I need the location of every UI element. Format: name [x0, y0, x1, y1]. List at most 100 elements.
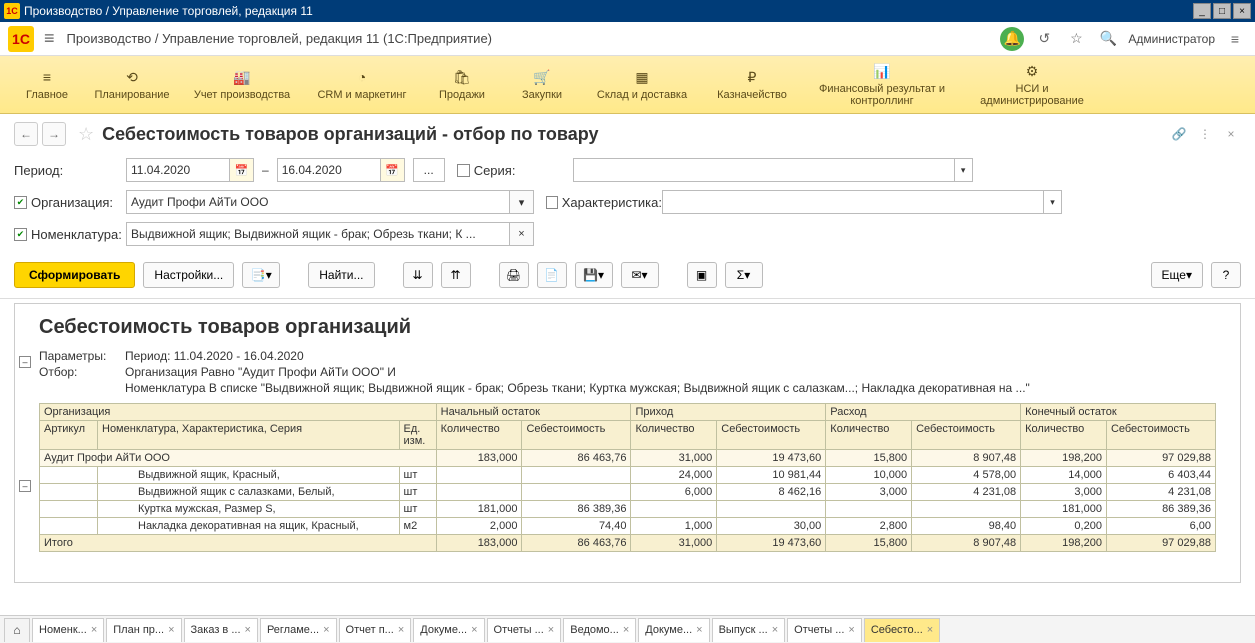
tab[interactable]: Отчеты ...× [787, 618, 862, 642]
cart-icon: 🛒 [533, 69, 550, 87]
link-icon[interactable]: 🔗 [1169, 127, 1189, 141]
date-to-input[interactable]: 16.04.2020 [277, 158, 381, 182]
org-dropdown-icon[interactable]: ▾ [510, 190, 534, 214]
col-start: Начальный остаток [436, 404, 631, 421]
close-icon[interactable]: × [471, 624, 477, 636]
org-label: ✔Организация: [14, 195, 126, 210]
tab[interactable]: Регламе...× [260, 618, 337, 642]
char-select[interactable]: ▾ [662, 190, 1062, 214]
section-planning[interactable]: ⟲Планирование [82, 69, 182, 101]
table-row: Выдвижной ящик, Красный,шт24,00010 981,4… [40, 467, 1216, 484]
report-title: Себестоимость товаров организаций [39, 316, 1216, 339]
org-input[interactable]: Аудит Профи АйТи ООО [126, 190, 510, 214]
chevron-down-icon[interactable]: ▾ [1043, 191, 1061, 213]
variants-button[interactable]: 📑▾ [242, 262, 280, 288]
preview-button[interactable]: 📄 [537, 262, 567, 288]
find-button[interactable]: Найти... [308, 262, 374, 288]
tab[interactable]: Отчеты ...× [487, 618, 562, 642]
collapse-button[interactable]: ⇈ [441, 262, 471, 288]
tab[interactable]: Заказ в ...× [184, 618, 258, 642]
org-checkbox[interactable]: ✔ [14, 196, 27, 209]
section-finance[interactable]: 📊Финансовый результат и контроллинг [802, 63, 962, 107]
collapse-group-icon[interactable]: – [19, 480, 31, 492]
filter-value2: Номенклатура В списке "Выдвижной ящик; В… [125, 381, 1030, 395]
nav-forward-button[interactable]: → [42, 122, 66, 146]
close-icon[interactable]: × [696, 624, 702, 636]
more-button[interactable]: Еще ▾ [1151, 262, 1203, 288]
section-sales[interactable]: 🛍Продажи [422, 69, 502, 101]
tab[interactable]: Номенк...× [32, 618, 104, 642]
page-close-icon[interactable]: × [1221, 127, 1241, 141]
close-window-button[interactable]: × [1233, 3, 1251, 19]
filter-value1: Организация Равно "Аудит Профи АйТи ООО"… [125, 365, 396, 379]
run-report-button[interactable]: Сформировать [14, 262, 135, 288]
tab[interactable]: Докуме...× [413, 618, 484, 642]
save-button[interactable]: 💾▾ [575, 262, 613, 288]
search-icon[interactable]: 🔍 [1096, 27, 1120, 51]
series-select[interactable]: ▾ [573, 158, 973, 182]
period-select-button[interactable]: ... [413, 158, 445, 182]
close-icon[interactable]: × [91, 624, 97, 636]
report-area[interactable]: – – Себестоимость товаров организаций Па… [14, 303, 1241, 583]
page-more-icon[interactable]: ⋮ [1195, 127, 1215, 141]
char-checkbox[interactable] [546, 196, 558, 209]
send-button[interactable]: ✉▾ [621, 262, 659, 288]
more-menu-icon[interactable]: ≡ [1223, 27, 1247, 51]
nom-clear-icon[interactable]: × [510, 222, 534, 246]
burger-menu-icon[interactable]: ≡ [44, 28, 55, 49]
star-icon[interactable]: ☆ [78, 124, 94, 145]
settings-button[interactable]: Настройки... [143, 262, 234, 288]
chart-icon: 📊 [873, 63, 890, 81]
collapse-tree-icon[interactable]: – [19, 356, 31, 368]
date-from-input[interactable]: 11.04.2020 [126, 158, 230, 182]
maximize-button[interactable]: □ [1213, 3, 1231, 19]
close-icon[interactable]: × [168, 624, 174, 636]
calendar-from-icon[interactable]: 📅 [230, 158, 254, 182]
section-main[interactable]: ≡Главное [12, 69, 82, 101]
report-table: Организация Начальный остаток Приход Рас… [39, 403, 1216, 552]
col-org: Организация [40, 404, 437, 421]
snapshot-button[interactable]: ▣ [687, 262, 717, 288]
history-icon[interactable]: ↺ [1032, 27, 1056, 51]
tab[interactable]: Ведомо...× [563, 618, 636, 642]
series-checkbox[interactable] [457, 164, 470, 177]
factory-icon: 🏭 [233, 69, 250, 87]
nav-back-button[interactable]: ← [14, 122, 38, 146]
home-tab[interactable]: ⌂ [4, 618, 30, 642]
close-icon[interactable]: × [245, 624, 251, 636]
section-production[interactable]: 🏭Учет производства [182, 69, 302, 101]
close-icon[interactable]: × [772, 624, 778, 636]
section-treasury[interactable]: ₽Казначейство [702, 69, 802, 101]
tab[interactable]: Выпуск ...× [712, 618, 786, 642]
section-crm[interactable]: ◔CRM и маркетинг [302, 69, 422, 101]
params-value: Период: 11.04.2020 - 16.04.2020 [125, 349, 304, 363]
tab[interactable]: Отчет п...× [339, 618, 412, 642]
sum-button[interactable]: Σ▾ [725, 262, 763, 288]
tab[interactable]: Докуме...× [638, 618, 709, 642]
expand-button[interactable]: ⇊ [403, 262, 433, 288]
user-name[interactable]: Администратор [1128, 32, 1215, 46]
close-icon[interactable]: × [848, 624, 854, 636]
close-icon[interactable]: × [398, 624, 404, 636]
planning-icon: ⟲ [126, 69, 138, 87]
table-row: Накладка декоративная на ящик, Красный,м… [40, 518, 1216, 535]
print-button[interactable]: 🖨 [499, 262, 529, 288]
section-purchases[interactable]: 🛒Закупки [502, 69, 582, 101]
nom-input[interactable]: Выдвижной ящик; Выдвижной ящик - брак; О… [126, 222, 510, 246]
favorites-icon[interactable]: ☆ [1064, 27, 1088, 51]
close-icon[interactable]: × [623, 624, 629, 636]
section-warehouse[interactable]: ▦Склад и доставка [582, 69, 702, 101]
notifications-icon[interactable]: 🔔 [1000, 27, 1024, 51]
close-icon[interactable]: × [548, 624, 554, 636]
nom-checkbox[interactable]: ✔ [14, 228, 27, 241]
chevron-down-icon[interactable]: ▾ [954, 159, 972, 181]
close-icon[interactable]: × [927, 624, 933, 636]
close-icon[interactable]: × [323, 624, 329, 636]
tab[interactable]: План пр...× [106, 618, 181, 642]
help-button[interactable]: ? [1211, 262, 1241, 288]
col-unit: Ед. изм. [399, 421, 436, 450]
minimize-button[interactable]: _ [1193, 3, 1211, 19]
section-admin[interactable]: ⚙НСИ и администрирование [962, 63, 1102, 107]
tab-active[interactable]: Себесто...× [864, 618, 940, 642]
calendar-to-icon[interactable]: 📅 [381, 158, 405, 182]
